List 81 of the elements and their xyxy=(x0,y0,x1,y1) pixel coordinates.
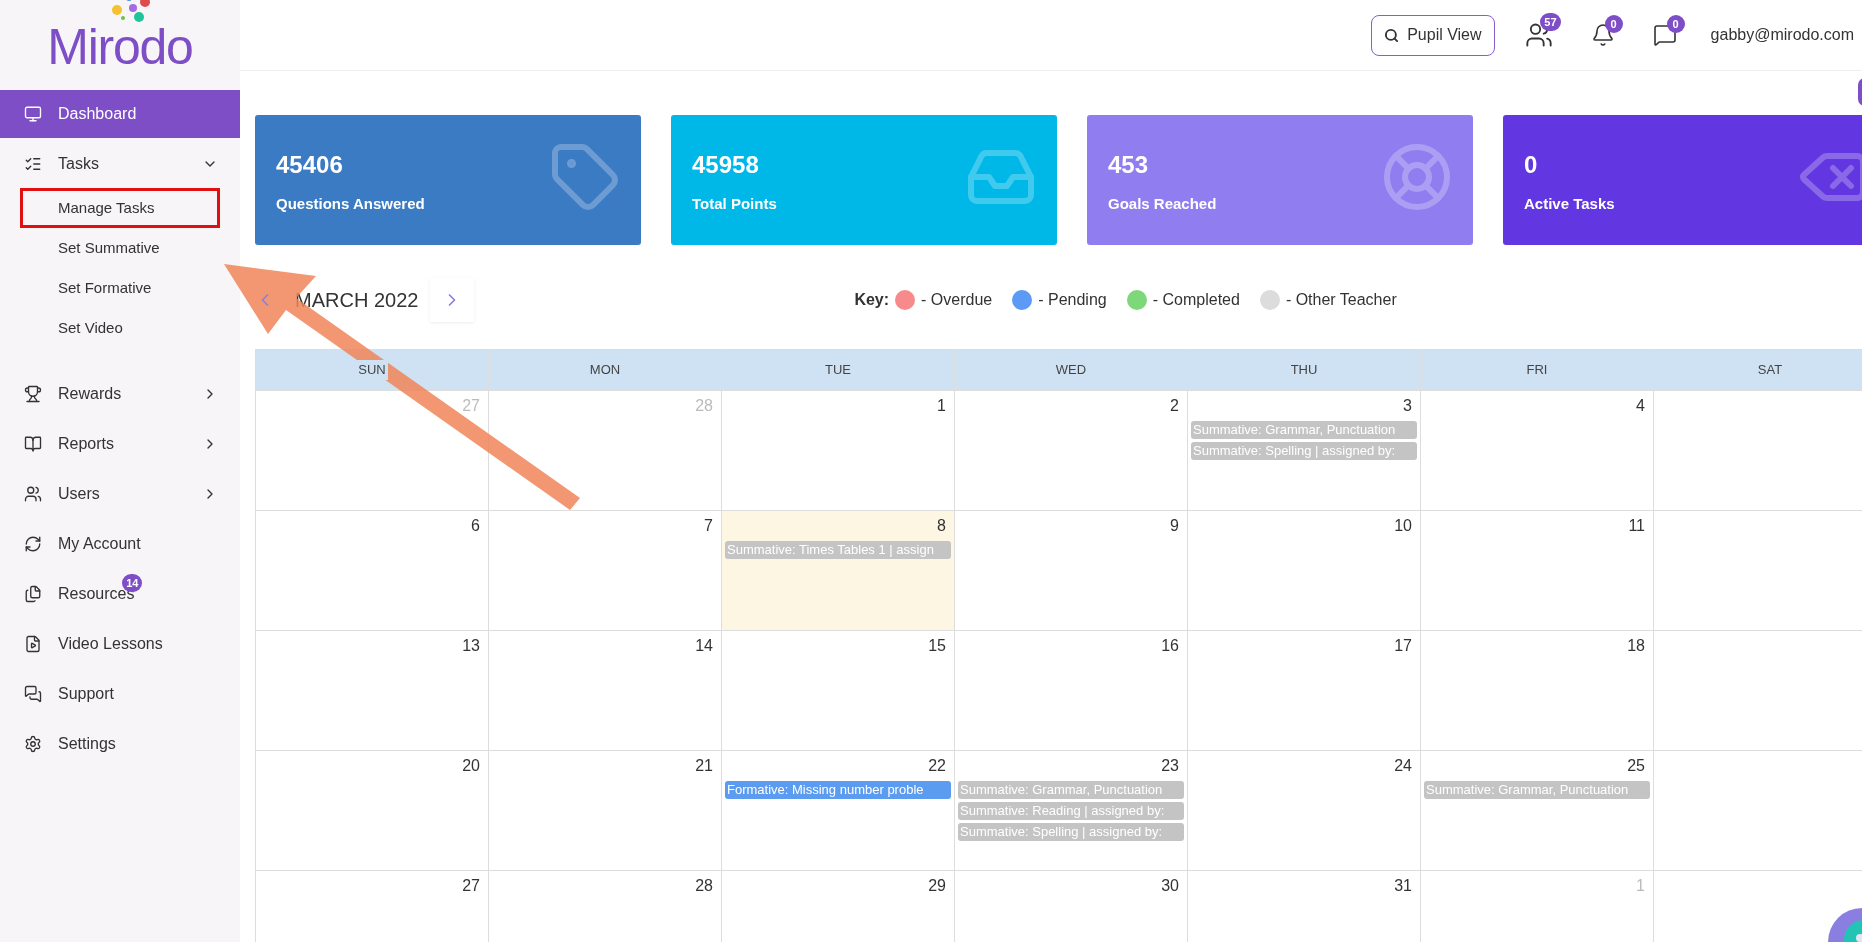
day-number: 23 xyxy=(1161,756,1179,776)
trophy-icon xyxy=(24,385,42,403)
day-number: 18 xyxy=(1627,636,1645,656)
submenu-item[interactable]: Set Summative xyxy=(20,228,220,268)
user-email[interactable]: gabby@mirodo.com xyxy=(1710,23,1854,47)
stat-value: 45958 xyxy=(692,150,759,180)
sidebar-item[interactable]: Dashboard xyxy=(0,90,240,138)
legend-label: - Other Teacher xyxy=(1285,290,1397,310)
day-number: 31 xyxy=(1394,876,1412,896)
stat-value: 45406 xyxy=(276,150,343,180)
sidebar-item[interactable]: Users xyxy=(0,470,240,518)
refresh-icon xyxy=(24,535,42,553)
day-number: 28 xyxy=(695,396,713,416)
day-number: 21 xyxy=(695,756,713,776)
sidebar-item[interactable]: Support xyxy=(0,670,240,718)
logo-text: Mirodo xyxy=(47,19,193,75)
stat-label: Active Tasks xyxy=(1524,194,1615,214)
day-number: 4 xyxy=(1636,396,1645,416)
day-number: 30 xyxy=(1161,876,1179,896)
submenu-item[interactable]: Set Video xyxy=(20,308,220,348)
day-number: 10 xyxy=(1394,516,1412,536)
tag-icon xyxy=(549,141,621,213)
day-number: 27 xyxy=(462,396,480,416)
legend-label: - Overdue xyxy=(921,290,993,310)
sidebar-item[interactable]: Settings xyxy=(0,720,240,768)
documents-icon xyxy=(24,585,42,603)
chat-bubbles-icon xyxy=(24,685,42,703)
day-number: 11 xyxy=(1628,516,1645,536)
day-number: 7 xyxy=(704,516,713,536)
day-number: 6 xyxy=(471,516,480,536)
pupil-view-button[interactable]: Pupil View xyxy=(1371,14,1495,56)
day-number: 9 xyxy=(1170,516,1179,536)
day-number: 29 xyxy=(928,876,946,896)
day-number: 14 xyxy=(695,636,713,656)
lifebuoy-icon xyxy=(1381,141,1453,213)
day-number: 1 xyxy=(937,396,946,416)
settings-icon xyxy=(24,735,42,753)
count-badge: 0 xyxy=(1604,15,1623,33)
month-title: MARCH 2022 xyxy=(295,288,419,313)
stat-label: Questions Answered xyxy=(276,194,425,214)
stat-value: 0 xyxy=(1524,150,1538,180)
search-icon xyxy=(1384,27,1400,43)
video-file-icon xyxy=(24,635,42,653)
day-number: 16 xyxy=(1161,636,1179,656)
submenu-item[interactable]: Set Formative xyxy=(20,268,220,308)
users-icon xyxy=(24,485,42,503)
submenu-item[interactable]: Manage Tasks xyxy=(20,188,220,228)
key-label: Key: xyxy=(854,290,890,310)
calendar-day[interactable]: 25 Summative: Grammar, Punctuation xyxy=(1421,751,1654,870)
monitor-icon xyxy=(24,105,42,123)
day-number: 1 xyxy=(1636,876,1645,896)
day-number: 3 xyxy=(1403,396,1412,416)
weekday-header: SUN xyxy=(356,360,388,380)
sidebar-item[interactable]: Rewards xyxy=(0,370,240,418)
day-number: 2 xyxy=(1170,396,1179,416)
legend-label: - Pending xyxy=(1038,290,1107,310)
sidebar-item[interactable]: Video Lessons xyxy=(0,620,240,668)
sidebar-item[interactable]: Resources 14 xyxy=(0,570,240,618)
day-number: 13 xyxy=(462,636,480,656)
count-badge: 57 xyxy=(1540,13,1561,31)
calendar-day[interactable]: 8 Summative: Times Tables 1 | assign xyxy=(722,511,955,630)
day-number: 17 xyxy=(1394,636,1412,656)
sidebar-item[interactable]: Reports xyxy=(0,420,240,468)
count-badge: 0 xyxy=(1666,15,1685,33)
day-number: 25 xyxy=(1627,756,1645,776)
book-icon xyxy=(24,435,42,453)
checklist-icon xyxy=(24,155,42,173)
stat-label: Total Points xyxy=(692,194,777,214)
stat-value: 453 xyxy=(1108,150,1149,180)
day-number: 20 xyxy=(462,756,480,776)
day-number: 24 xyxy=(1394,756,1412,776)
day-number: 27 xyxy=(462,876,480,896)
legend-label: - Completed xyxy=(1152,290,1240,310)
day-number: 15 xyxy=(928,636,946,656)
day-number: 22 xyxy=(928,756,946,776)
day-number: 28 xyxy=(695,876,713,896)
stat-label: Goals Reached xyxy=(1108,194,1217,214)
sidebar-item[interactable]: My Account xyxy=(0,520,240,568)
calendar-day[interactable]: 22 Formative: Missing number proble xyxy=(722,751,955,870)
day-number: 8 xyxy=(937,516,946,536)
sidebar-item[interactable]: Tasks xyxy=(0,140,240,188)
